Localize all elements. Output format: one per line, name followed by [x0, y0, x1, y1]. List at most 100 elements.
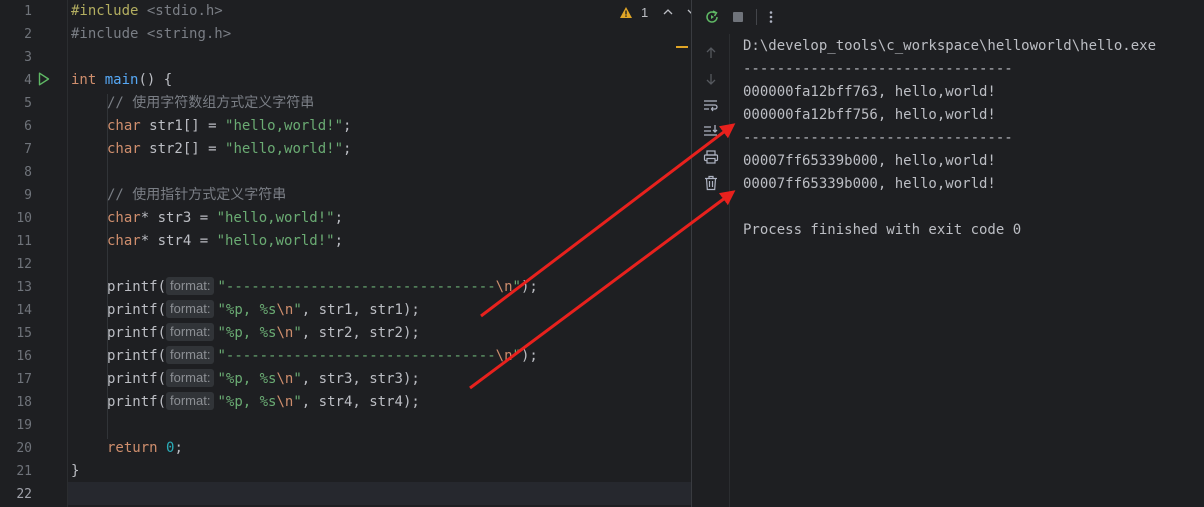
string-literal: "%p, %s [217, 325, 277, 341]
current-line-highlight [0, 482, 691, 505]
preprocessor-directive: #include [71, 26, 139, 42]
keyword: char [107, 141, 141, 157]
rerun-icon [706, 10, 718, 23]
parameter-hint: format: [166, 323, 215, 341]
parameter-hint: format: [166, 369, 215, 387]
run-gutter-icon[interactable] [38, 72, 50, 86]
parameter-hint: format: [166, 300, 215, 318]
code-text: ; [334, 210, 344, 226]
warning-scroll-marker[interactable] [676, 46, 688, 48]
code-text: ); [520, 279, 538, 295]
line-number: 17 [16, 372, 32, 387]
code-line-13: printf(format: "-------------------------… [107, 276, 538, 299]
console-line: 00007ff65339b000, hello,world! [743, 153, 996, 169]
code-comment: // 使用字符数组方式定义字符串 [107, 95, 315, 111]
string-literal: "hello,world!" [216, 233, 335, 249]
console-line: -------------------------------- [743, 61, 1013, 77]
warning-count: 1 [641, 4, 649, 20]
line-number: 2 [24, 27, 32, 42]
string-literal: "%p, %s [217, 394, 277, 410]
run-toolbar [692, 0, 1204, 34]
code-text: , str3, str3); [301, 371, 420, 387]
code-text: , str4, str4); [301, 394, 420, 410]
escape-sequence: \n [495, 348, 513, 364]
line-number: 9 [24, 188, 32, 203]
console-line: 00007ff65339b000, hello,world! [743, 176, 996, 192]
rerun-button[interactable] [703, 8, 721, 26]
line-number-current: 22 [16, 487, 32, 502]
keyword: return [107, 440, 158, 456]
code-line-7: char str2[] = "hello,world!"; [107, 138, 351, 161]
line-number: 8 [24, 165, 32, 180]
code-line-15: printf(format: "%p, %s\n", str2, str2); [107, 322, 420, 345]
string-literal-end: " [512, 279, 521, 295]
code-text: ; [343, 141, 352, 157]
code-text: ; [334, 233, 344, 249]
line-number: 12 [16, 257, 32, 272]
string-literal: "hello,world!" [216, 210, 335, 226]
code-text: str1[] = [140, 118, 226, 134]
code-line-4: int main() { [71, 69, 172, 92]
code-line-2: #include <string.h> [71, 23, 231, 46]
string-literal-end: " [293, 394, 302, 410]
code-text: printf( [107, 371, 167, 387]
scroll-down-button[interactable] [702, 70, 720, 88]
line-number: 13 [16, 280, 32, 295]
string-literal: "%p, %s [217, 302, 277, 318]
code-line-1: #include <stdio.h> [71, 0, 223, 23]
parameter-hint: format: [166, 392, 215, 410]
stop-button[interactable] [729, 8, 747, 26]
code-text: , str1, str1); [301, 302, 420, 318]
keyword: char [107, 210, 141, 226]
code-text: printf( [107, 325, 167, 341]
soft-wrap-button[interactable] [702, 96, 720, 114]
chevron-up-icon[interactable] [662, 6, 674, 18]
escape-sequence: \n [495, 279, 513, 295]
string-literal-end: " [512, 348, 521, 364]
code-editor[interactable]: 1 2 3 4 5 6 7 8 9 10 11 12 13 14 15 16 1… [0, 0, 697, 507]
code-text: * str4 = [140, 233, 217, 249]
code-text: printf( [107, 302, 167, 318]
code-line-20: return 0; [107, 437, 183, 460]
line-number: 19 [16, 418, 32, 433]
string-literal: "%p, %s [217, 371, 277, 387]
console-line: -------------------------------- [743, 130, 1013, 146]
code-line-10: char* str3 = "hello,world!"; [107, 207, 343, 230]
preprocessor-directive: #include [71, 3, 139, 19]
line-number-gutter: 1 2 3 4 5 6 7 8 9 10 11 12 13 14 15 16 1… [0, 0, 68, 507]
stop-icon [733, 12, 743, 22]
scroll-up-icon [706, 47, 716, 58]
console-line: 000000fa12bff763, hello,world! [743, 84, 996, 100]
escape-sequence: \n [276, 371, 294, 387]
string-literal-end: " [293, 302, 302, 318]
code-line-6: char str1[] = "hello,world!"; [107, 115, 351, 138]
keyword: char [107, 233, 141, 249]
line-number: 20 [16, 441, 32, 456]
code-text: * str3 = [140, 210, 217, 226]
code-line-18: printf(format: "%p, %s\n", str4, str4); [107, 391, 420, 414]
scroll-up-button[interactable] [702, 44, 720, 62]
line-number: 7 [24, 142, 32, 157]
string-literal: "-------------------------------- [217, 279, 496, 295]
console-line: 000000fa12bff756, hello,world! [743, 107, 996, 123]
line-number: 21 [16, 464, 32, 479]
string-literal: "hello,world!" [225, 141, 344, 157]
scroll-to-end-button[interactable] [702, 122, 720, 140]
line-number: 16 [16, 349, 32, 364]
print-button[interactable] [702, 148, 720, 166]
code-text: () { [138, 72, 173, 88]
code-text: } [71, 463, 80, 479]
inspection-widget[interactable]: 1 [619, 2, 698, 22]
parameter-hint: format: [166, 346, 215, 364]
string-literal: "-------------------------------- [217, 348, 496, 364]
keyword: char [107, 118, 141, 134]
include-header: <string.h> [138, 26, 232, 42]
code-text: ; [343, 118, 352, 134]
more-options-button[interactable] [762, 8, 780, 26]
clear-console-button[interactable] [702, 174, 720, 192]
code-line-17: printf(format: "%p, %s\n", str3, str3); [107, 368, 420, 391]
code-text: , str2, str2); [301, 325, 420, 341]
string-literal-end: " [293, 325, 302, 341]
trash-icon [705, 175, 717, 191]
console-line: D:\develop_tools\c_workspace\helloworld\… [743, 38, 1157, 54]
